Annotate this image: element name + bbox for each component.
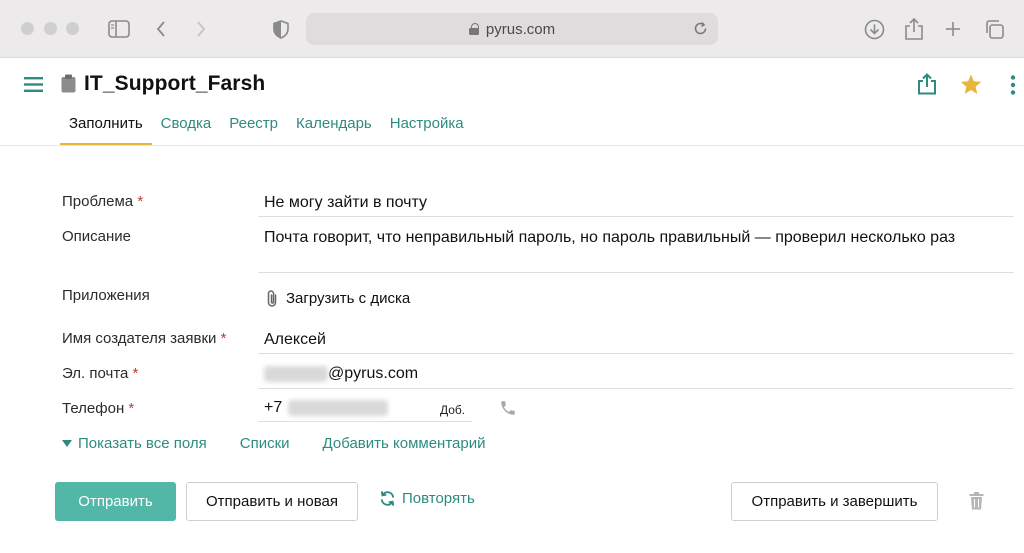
sidebar-icon[interactable] bbox=[107, 18, 131, 40]
repeat-icon bbox=[379, 490, 396, 507]
repeat-button[interactable]: Повторять bbox=[379, 490, 475, 507]
show-all-fields-link[interactable]: Показать все поля bbox=[62, 435, 207, 452]
share-icon[interactable] bbox=[917, 73, 937, 100]
share-page-icon[interactable] bbox=[904, 18, 924, 40]
form-clipboard-icon bbox=[61, 74, 76, 98]
add-comment-link[interactable]: Добавить комментарий bbox=[323, 435, 486, 452]
required-mark: * bbox=[132, 365, 139, 382]
phone-blurred-number bbox=[288, 400, 389, 416]
address-bar-url: pyrus.com bbox=[485, 20, 556, 38]
email-domain: @pyrus.com bbox=[328, 365, 419, 382]
creator-name-underline bbox=[258, 353, 1014, 354]
more-options-icon[interactable] bbox=[1010, 75, 1016, 100]
required-mark: * bbox=[220, 330, 227, 347]
upload-from-disk-label: Загрузить с диска bbox=[286, 290, 411, 307]
shield-icon[interactable] bbox=[272, 18, 290, 40]
problem-field[interactable]: Не могу зайти в почту bbox=[264, 194, 427, 212]
tab-registry[interactable]: Реестр bbox=[220, 112, 287, 146]
forward-icon[interactable] bbox=[193, 18, 209, 40]
submit-and-close-button[interactable]: Отправить и завершить bbox=[731, 482, 938, 521]
triangle-down-icon bbox=[62, 439, 72, 448]
phone-field[interactable]: +7 bbox=[264, 399, 389, 417]
creator-name-label-text: Имя создателя заявки bbox=[62, 330, 217, 347]
description-label: Описание bbox=[62, 228, 132, 245]
tab-settings[interactable]: Настройка bbox=[381, 112, 473, 146]
phone-underline bbox=[258, 421, 472, 422]
page-title: IT_Support_Farsh bbox=[84, 72, 266, 95]
problem-label-text: Проблема bbox=[62, 193, 134, 210]
submit-button[interactable]: Отправить bbox=[55, 482, 176, 521]
required-mark: * bbox=[128, 400, 135, 417]
upload-from-disk-button[interactable]: Загрузить с диска bbox=[266, 289, 410, 308]
phone-ext-label[interactable]: Доб. bbox=[440, 403, 465, 417]
description-field-underline bbox=[258, 272, 1014, 273]
email-blurred-part bbox=[264, 366, 328, 382]
lists-link[interactable]: Списки bbox=[240, 435, 290, 452]
phone-label: Телефон * bbox=[62, 400, 134, 417]
form-links: Показать все поля Списки Добавить коммен… bbox=[62, 435, 485, 452]
paperclip-icon bbox=[266, 289, 278, 308]
submit-and-new-button[interactable]: Отправить и новая bbox=[186, 482, 358, 521]
creator-name-field[interactable]: Алексей bbox=[264, 331, 326, 349]
description-field[interactable]: Почта говорит, что неправильный пароль, … bbox=[264, 229, 955, 247]
zoom-window-button[interactable] bbox=[66, 22, 79, 35]
new-tab-icon[interactable] bbox=[944, 18, 962, 40]
trash-icon[interactable] bbox=[969, 492, 984, 515]
browser-toolbar: pyrus.com bbox=[0, 0, 1024, 58]
tab-summary[interactable]: Сводка bbox=[152, 112, 221, 146]
reload-icon[interactable] bbox=[693, 21, 708, 40]
repeat-label: Повторять bbox=[402, 490, 475, 507]
address-bar[interactable]: pyrus.com bbox=[306, 13, 718, 45]
email-label: Эл. почта * bbox=[62, 365, 138, 382]
tabs-divider bbox=[0, 145, 1024, 146]
back-icon[interactable] bbox=[153, 18, 169, 40]
tab-fill[interactable]: Заполнить bbox=[60, 112, 152, 146]
phone-prefix: +7 bbox=[264, 399, 283, 416]
form-tabs: Заполнить Сводка Реестр Календарь Настро… bbox=[60, 112, 473, 146]
close-window-button[interactable] bbox=[21, 22, 34, 35]
tab-calendar[interactable]: Календарь bbox=[287, 112, 381, 146]
lock-icon bbox=[468, 23, 479, 35]
email-label-text: Эл. почта bbox=[62, 365, 129, 382]
problem-label: Проблема * bbox=[62, 193, 143, 210]
star-icon[interactable] bbox=[960, 74, 982, 100]
phone-label-text: Телефон bbox=[62, 400, 125, 417]
phone-call-icon[interactable] bbox=[499, 399, 517, 422]
minimize-window-button[interactable] bbox=[44, 22, 57, 35]
hamburger-menu-icon[interactable] bbox=[24, 77, 43, 97]
email-field[interactable]: @pyrus.com bbox=[264, 365, 418, 383]
tab-overview-icon[interactable] bbox=[983, 18, 1005, 40]
download-icon[interactable] bbox=[863, 18, 885, 40]
creator-name-label: Имя создателя заявки * bbox=[62, 330, 226, 347]
show-all-fields-label: Показать все поля bbox=[78, 435, 207, 452]
required-mark: * bbox=[137, 193, 144, 210]
problem-field-underline bbox=[258, 216, 1014, 217]
email-underline bbox=[258, 388, 1014, 389]
attachments-label: Приложения bbox=[62, 287, 150, 304]
